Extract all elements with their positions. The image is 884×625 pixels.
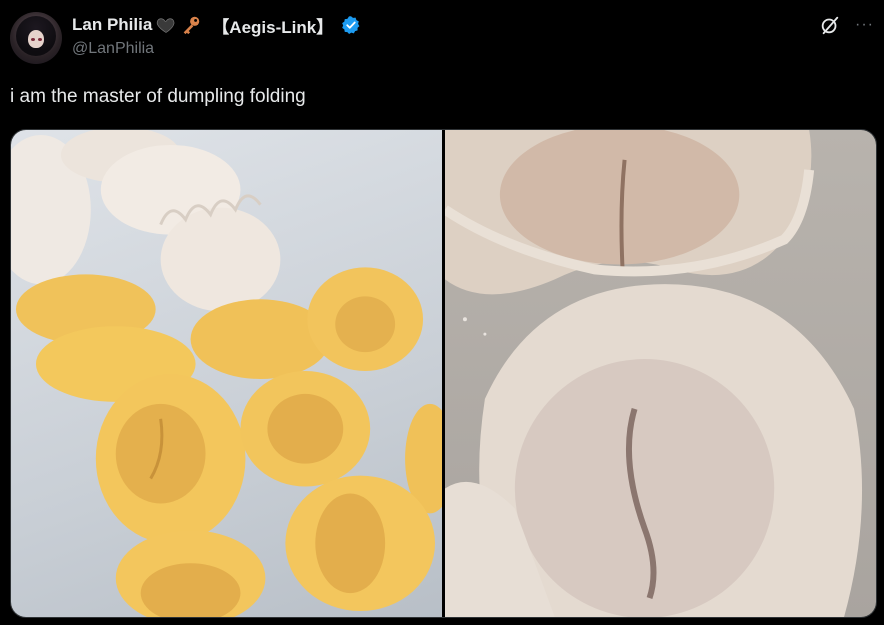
author-tag: 【Aegis-Link】 <box>212 17 334 37</box>
verified-badge-icon[interactable] <box>341 15 361 35</box>
author-handle[interactable]: @LanPhilia <box>72 40 154 58</box>
dough-photo[interactable] <box>445 130 876 617</box>
avatar[interactable] <box>10 12 62 64</box>
key-icon <box>183 16 200 35</box>
tweet-top-actions: ··· <box>819 14 874 36</box>
dumplings-photo[interactable] <box>11 130 442 617</box>
more-icon[interactable]: ··· <box>855 16 874 34</box>
tweet-text: i am the master of dumpling folding <box>10 86 306 107</box>
author-name-row: Lan Philia 【Aegis-Link】 <box>72 13 361 37</box>
display-name[interactable]: Lan Philia <box>72 15 152 35</box>
media-grid <box>10 129 877 618</box>
grok-icon[interactable] <box>819 14 841 36</box>
avatar-eye <box>31 38 35 41</box>
black-heart-icon <box>157 18 175 33</box>
avatar-eye <box>38 38 42 41</box>
